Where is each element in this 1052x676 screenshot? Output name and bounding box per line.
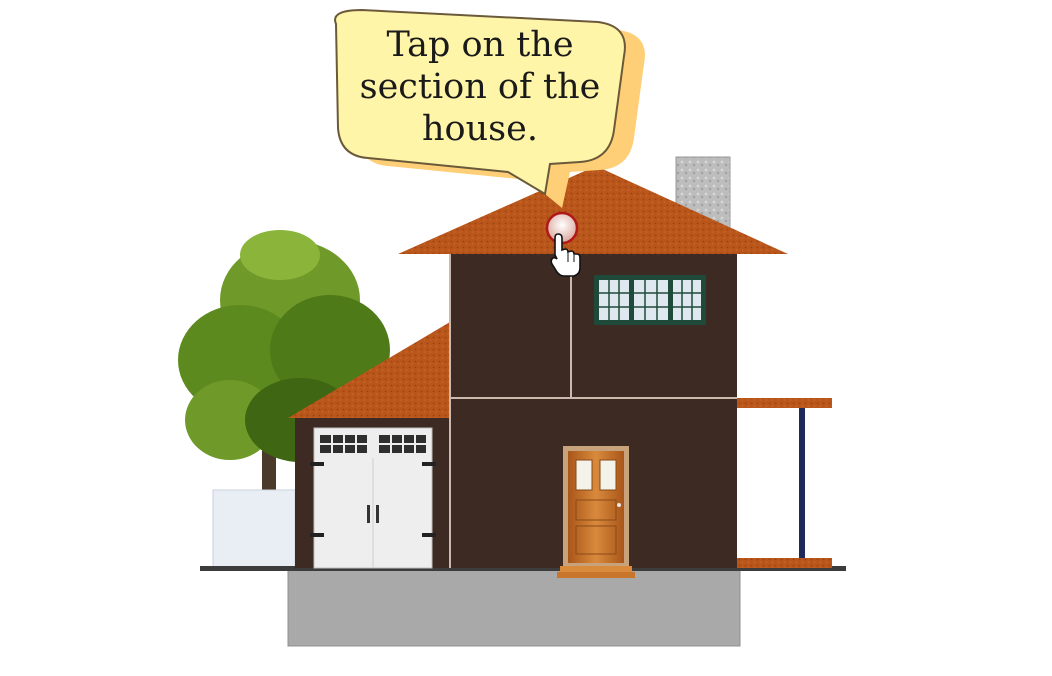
front-door[interactable] — [557, 446, 635, 578]
garage-door[interactable] — [310, 427, 436, 569]
house-scene — [178, 8, 846, 647]
window[interactable] — [594, 275, 706, 325]
white-fence — [212, 489, 296, 569]
foundation[interactable] — [287, 569, 741, 647]
porch[interactable] — [737, 398, 832, 568]
